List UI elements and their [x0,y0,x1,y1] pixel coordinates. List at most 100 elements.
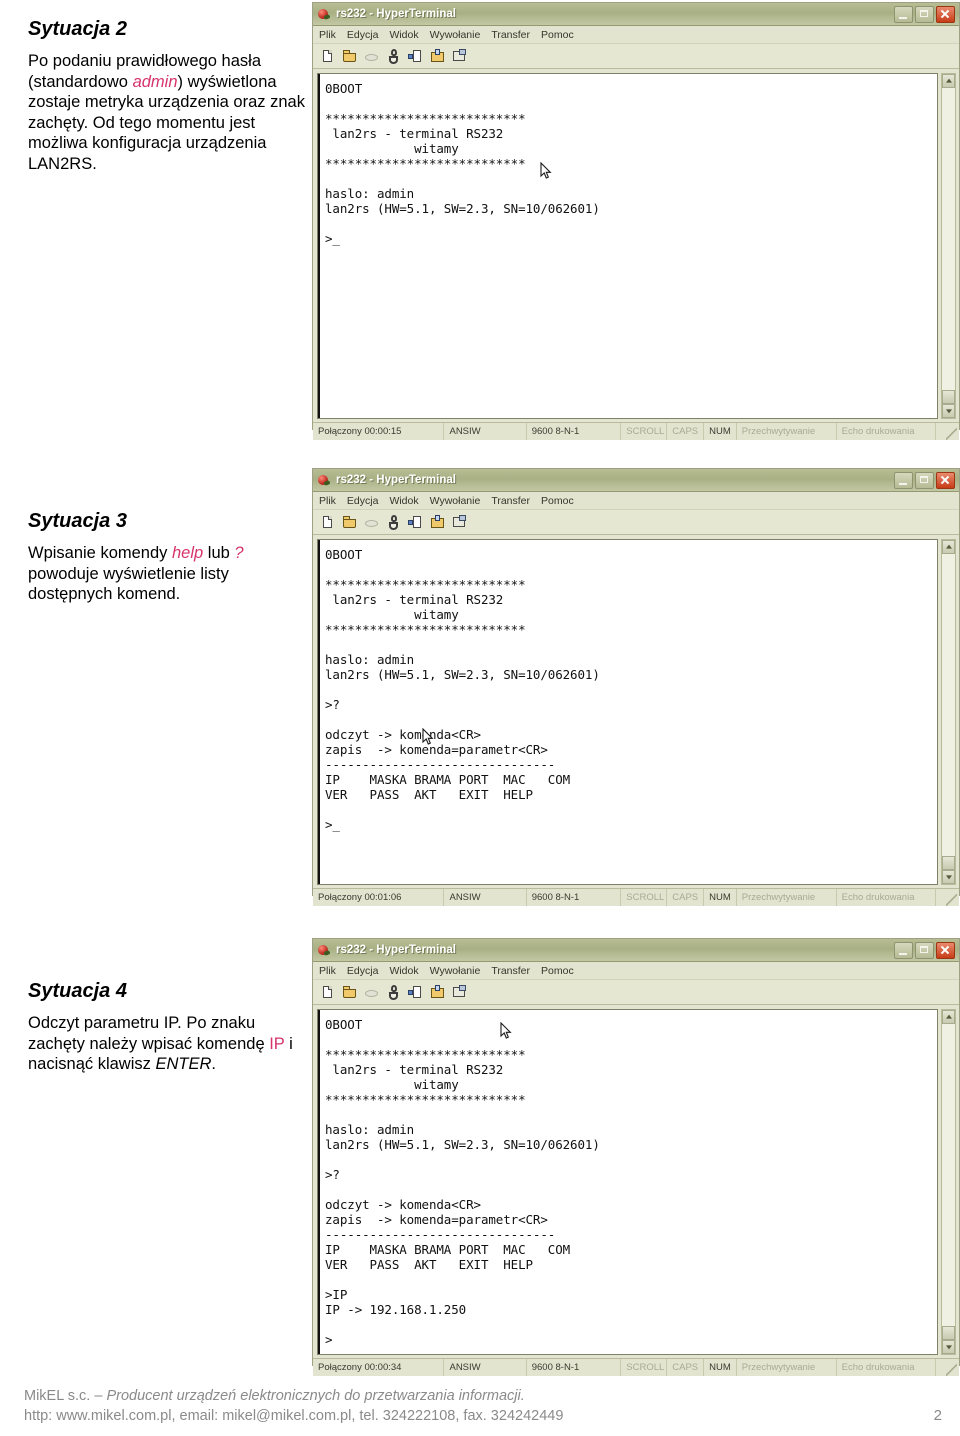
open-connection-icon[interactable] [340,983,359,1002]
properties-icon[interactable] [450,513,469,532]
scroll-up-icon[interactable] [942,74,955,88]
hyperterminal-icon [317,943,331,957]
disconnect-icon[interactable] [362,513,381,532]
connect-icon[interactable] [384,47,403,66]
vertical-scrollbar[interactable] [941,539,956,885]
menu-item-plik[interactable]: Plik [319,965,336,977]
status-scroll: SCROLL [621,889,668,906]
scroll-down-icon[interactable] [942,870,955,884]
send-file-icon[interactable] [406,47,425,66]
vertical-scrollbar[interactable] [941,73,956,419]
receive-file-icon[interactable] [428,513,447,532]
hyperterminal-window-1[interactable]: rs232 - HyperTerminal Plik Edycja Widok … [312,2,960,440]
open-connection-icon[interactable] [340,513,359,532]
minimize-button[interactable] [894,941,913,959]
scroll-track[interactable] [942,554,955,856]
tool-bar[interactable] [313,510,959,535]
maximize-button[interactable] [915,5,934,23]
maximize-button[interactable] [915,941,934,959]
close-button[interactable] [936,471,955,489]
menu-item-widok[interactable]: Widok [389,29,418,41]
menu-item-widok[interactable]: Widok [389,495,418,507]
new-connection-icon[interactable] [318,47,337,66]
send-file-icon[interactable] [406,513,425,532]
connect-icon[interactable] [384,513,403,532]
connect-icon[interactable] [384,983,403,1002]
window-controls[interactable] [894,471,957,489]
menu-item-pomoc[interactable]: Pomoc [541,29,574,41]
window-controls[interactable] [894,5,957,23]
terminal-output[interactable]: 0BOOT *************************** lan2rs… [318,1010,937,1354]
terminal-screen-frame[interactable]: 0BOOT *************************** lan2rs… [317,73,938,419]
new-connection-icon[interactable] [318,513,337,532]
window-controls[interactable] [894,941,957,959]
menu-item-transfer[interactable]: Transfer [491,29,530,41]
menu-item-pomoc[interactable]: Pomoc [541,495,574,507]
vertical-scrollbar[interactable] [941,1009,956,1355]
scroll-thumb[interactable] [942,1326,955,1340]
menu-item-plik[interactable]: Plik [319,495,336,507]
hyperterminal-window-2[interactable]: rs232 - HyperTerminal Plik Edycja Widok … [312,468,960,906]
status-line-settings: 9600 8-N-1 [527,1359,622,1376]
status-num: NUM [704,423,737,440]
menu-bar[interactable]: Plik Edycja Widok Wywołanie Transfer Pom… [313,26,959,44]
resize-grip-icon[interactable] [946,1364,957,1376]
new-connection-icon[interactable] [318,983,337,1002]
scroll-track[interactable] [942,1024,955,1326]
window-title: rs232 - HyperTerminal [336,474,456,486]
terminal-output[interactable]: 0BOOT *************************** lan2rs… [318,540,937,884]
receive-file-icon[interactable] [428,47,447,66]
terminal-output[interactable]: 0BOOT *************************** lan2rs… [318,74,937,418]
menu-item-transfer[interactable]: Transfer [491,965,530,977]
scroll-down-icon[interactable] [942,404,955,418]
scroll-thumb[interactable] [942,856,955,870]
close-button[interactable] [936,941,955,959]
close-button[interactable] [936,5,955,23]
status-print-echo: Echo drukowania [837,1359,937,1376]
menu-bar[interactable]: Plik Edycja Widok Wywołanie Transfer Pom… [313,492,959,510]
scroll-thumb[interactable] [942,390,955,404]
terminal-screen-frame[interactable]: 0BOOT *************************** lan2rs… [317,539,938,885]
footer-line-2: http: www.mikel.com.pl, email: mikel@mik… [24,1406,942,1426]
menu-bar[interactable]: Plik Edycja Widok Wywołanie Transfer Pom… [313,962,959,980]
status-num: NUM [704,1359,737,1376]
disconnect-icon[interactable] [362,983,381,1002]
scroll-up-icon[interactable] [942,1010,955,1024]
scroll-up-icon[interactable] [942,540,955,554]
minimize-button[interactable] [894,471,913,489]
scroll-track[interactable] [942,88,955,390]
client-area: 0BOOT *************************** lan2rs… [313,1005,959,1358]
page-footer: MikEL s.c. – Producent urządzeń elektron… [24,1386,942,1426]
resize-grip-icon[interactable] [946,428,957,440]
tool-bar[interactable] [313,980,959,1005]
title-bar[interactable]: rs232 - HyperTerminal [313,3,959,26]
receive-file-icon[interactable] [428,983,447,1002]
menu-item-edycja[interactable]: Edycja [347,965,379,977]
tool-bar[interactable] [313,44,959,69]
scroll-down-icon[interactable] [942,1340,955,1354]
menu-item-wywolanie[interactable]: Wywołanie [430,965,481,977]
title-bar[interactable]: rs232 - HyperTerminal [313,469,959,492]
title-bar[interactable]: rs232 - HyperTerminal [313,939,959,962]
hyperterminal-window-3[interactable]: rs232 - HyperTerminal Plik Edycja Widok … [312,938,960,1376]
properties-icon[interactable] [450,47,469,66]
send-file-icon[interactable] [406,983,425,1002]
properties-icon[interactable] [450,983,469,1002]
open-connection-icon[interactable] [340,47,359,66]
menu-item-edycja[interactable]: Edycja [347,29,379,41]
resize-grip-icon[interactable] [946,894,957,906]
menu-item-wywolanie[interactable]: Wywołanie [430,29,481,41]
status-print-echo: Echo drukowania [837,423,937,440]
footer-contact: http: www.mikel.com.pl, email: mikel@mik… [24,1408,564,1424]
terminal-screen-frame[interactable]: 0BOOT *************************** lan2rs… [317,1009,938,1355]
menu-item-plik[interactable]: Plik [319,29,336,41]
menu-item-edycja[interactable]: Edycja [347,495,379,507]
status-connected: Połączony 00:01:06 [313,889,445,906]
maximize-button[interactable] [915,471,934,489]
disconnect-icon[interactable] [362,47,381,66]
menu-item-wywolanie[interactable]: Wywołanie [430,495,481,507]
menu-item-pomoc[interactable]: Pomoc [541,965,574,977]
menu-item-transfer[interactable]: Transfer [491,495,530,507]
minimize-button[interactable] [894,5,913,23]
menu-item-widok[interactable]: Widok [389,965,418,977]
